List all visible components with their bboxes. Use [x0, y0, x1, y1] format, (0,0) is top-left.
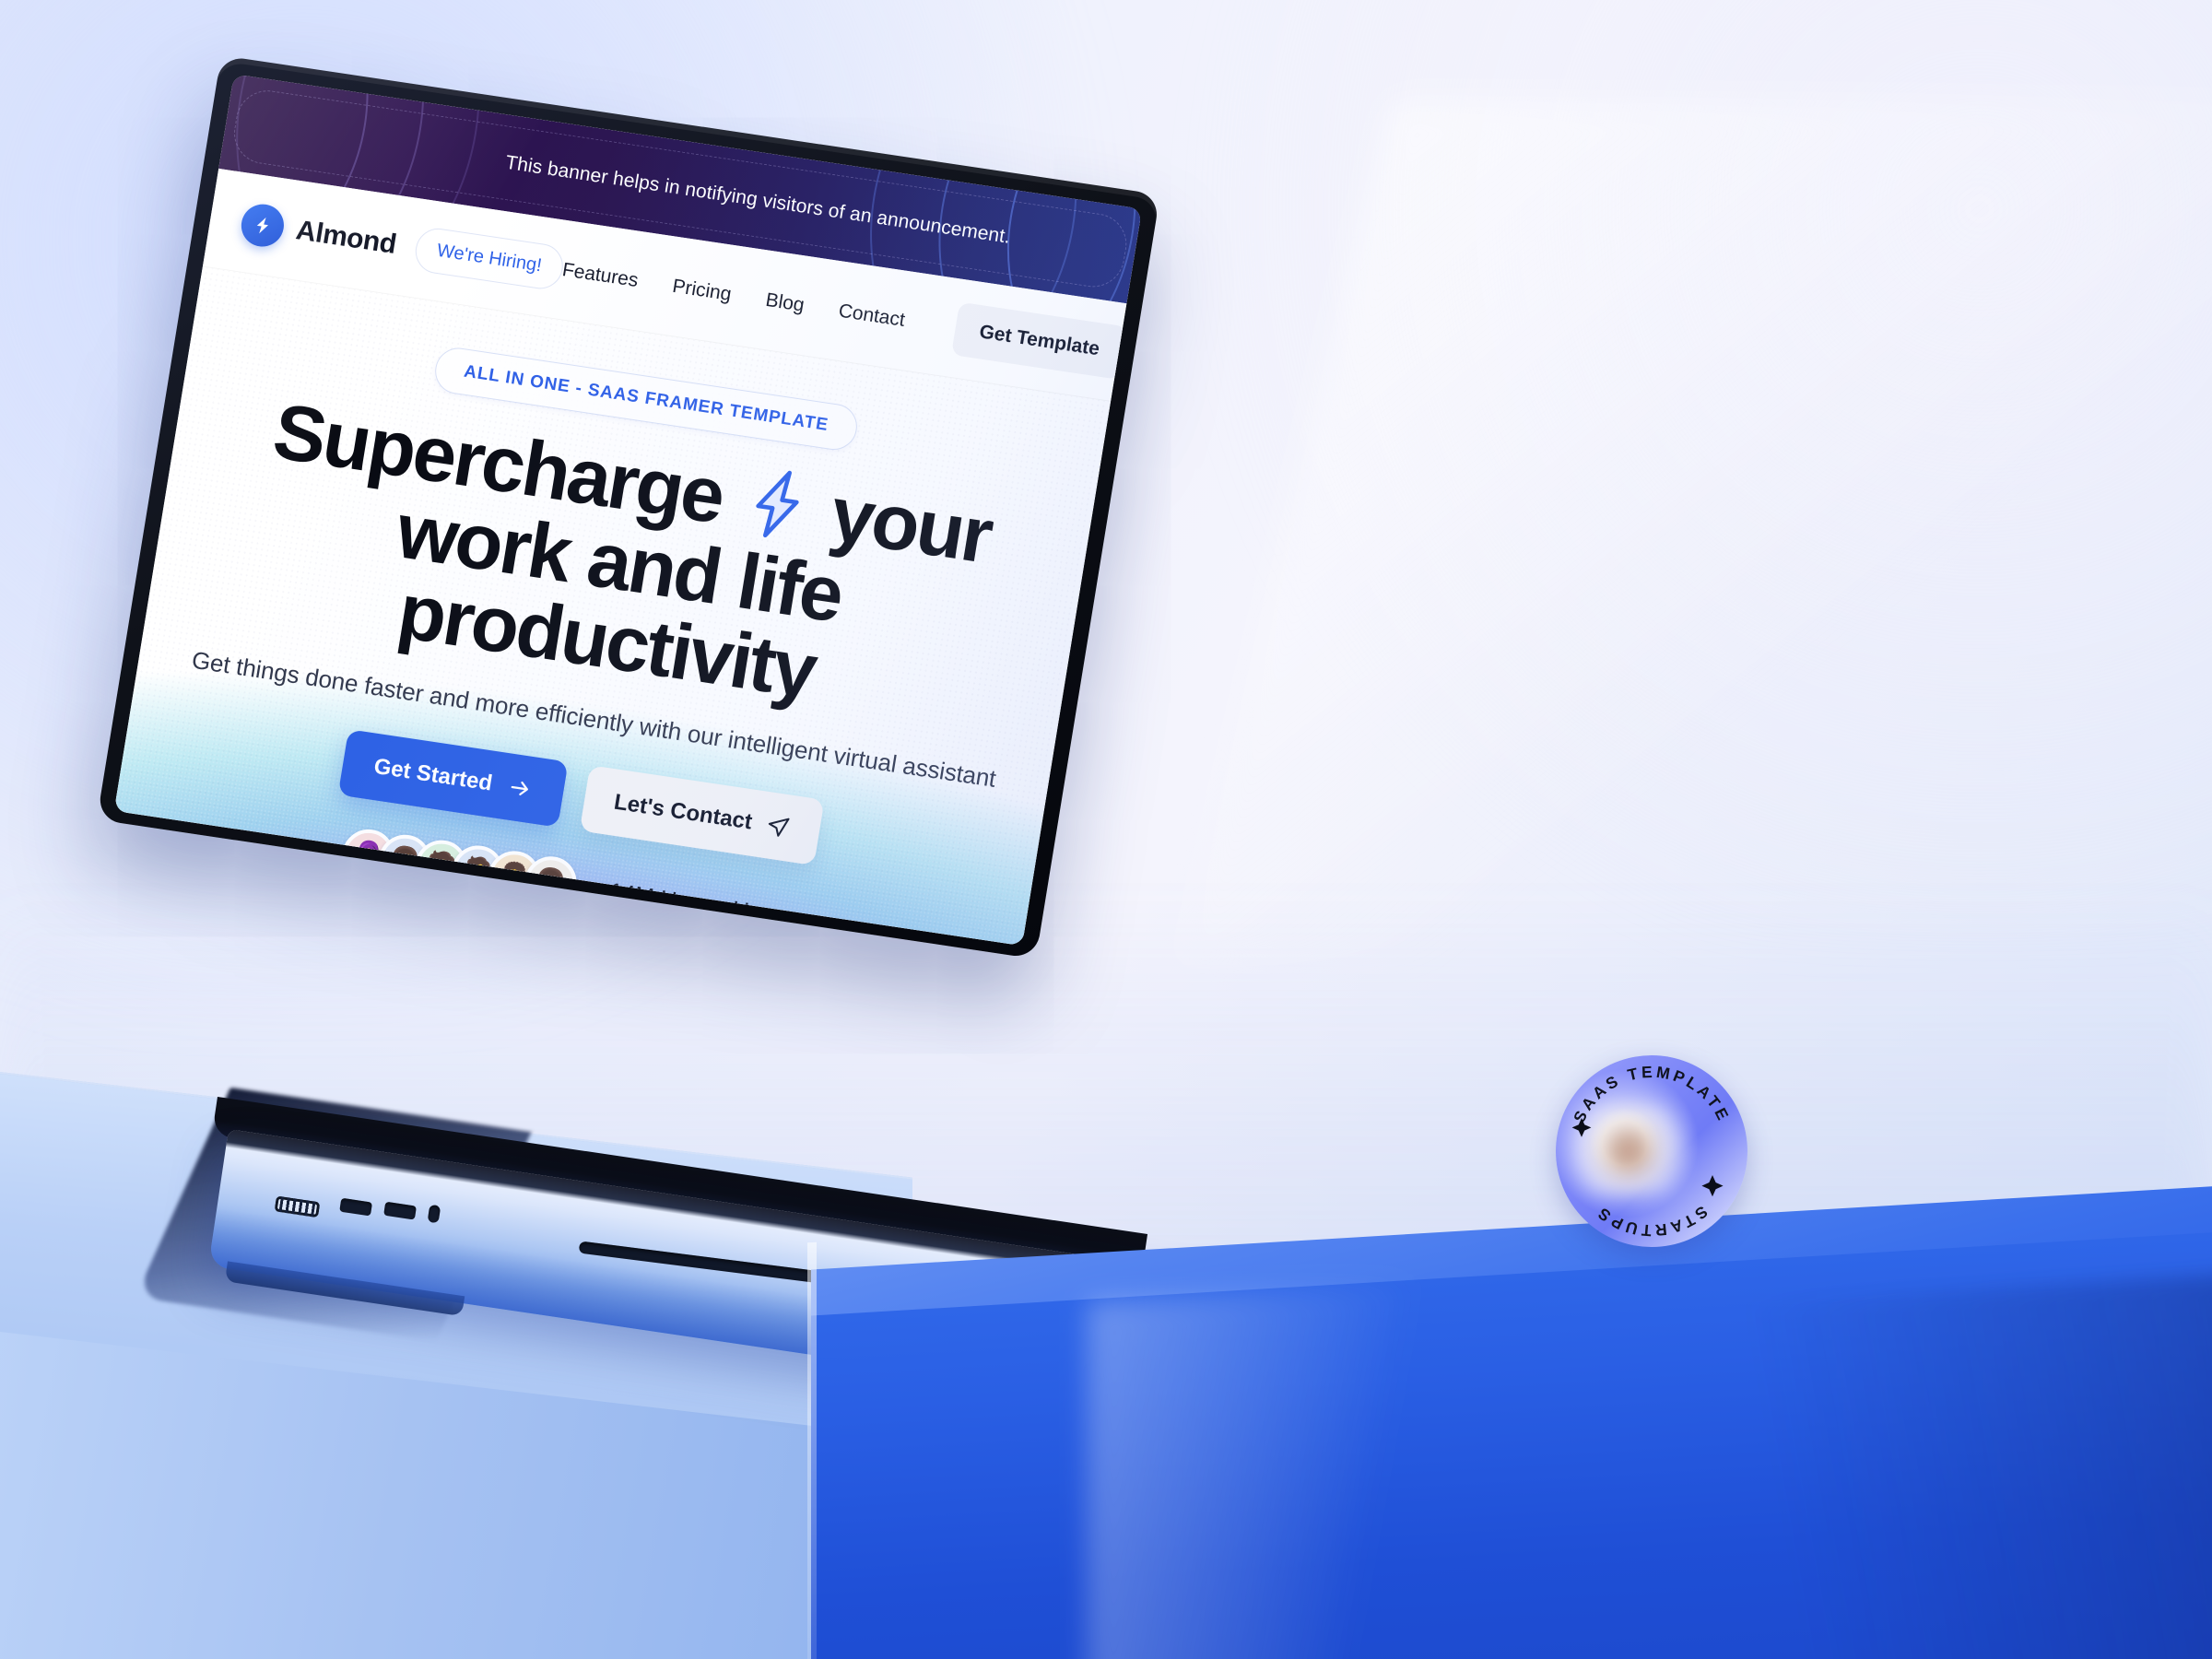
- saas-template-seal: SAAS TEMPLATE STARTUPS: [1556, 1055, 1747, 1247]
- lets-contact-button[interactable]: Let's Contact: [579, 765, 825, 866]
- hiring-badge[interactable]: We're Hiring!: [412, 225, 567, 292]
- nav-item-features[interactable]: Features: [560, 259, 641, 292]
- podium-right-edge-highlight: [807, 1241, 817, 1659]
- nav-item-contact[interactable]: Contact: [837, 300, 906, 331]
- headline-part-2: your: [824, 470, 997, 581]
- bolt-icon: [743, 465, 811, 543]
- magsafe-port: [274, 1195, 321, 1218]
- bolt-icon: [238, 201, 288, 250]
- usb-c-port: [339, 1197, 373, 1217]
- laptop-device: This banner helps in notifying visitors …: [96, 55, 1160, 959]
- podium-right-shine: [1088, 1278, 1475, 1659]
- seal-top-text: SAAS TEMPLATE: [1570, 1063, 1734, 1126]
- laptop-screen: This banner helps in notifying visitors …: [113, 74, 1143, 947]
- sparkle-icon: [1701, 1175, 1724, 1197]
- usb-c-port: [383, 1201, 417, 1220]
- get-template-button[interactable]: Get Template: [951, 301, 1128, 380]
- seal-bottom-text: STARTUPS: [1592, 1203, 1711, 1241]
- get-started-label: Get Started: [371, 753, 495, 796]
- paper-plane-icon: [765, 813, 793, 840]
- seal-text: SAAS TEMPLATE STARTUPS: [1570, 1063, 1734, 1241]
- lets-contact-label: Let's Contact: [612, 789, 755, 835]
- arrow-right-icon: [507, 775, 535, 802]
- brand-name: Almond: [294, 214, 399, 260]
- laptop-bezel: This banner helps in notifying visitors …: [96, 55, 1160, 959]
- nav-item-blog[interactable]: Blog: [764, 288, 806, 316]
- podium-right-lowlight: [1622, 1270, 2212, 1659]
- page-title: Supercharge your work and life productiv…: [146, 378, 1092, 749]
- headphone-jack: [427, 1204, 441, 1224]
- get-started-button[interactable]: Get Started: [337, 729, 569, 828]
- brand-logo[interactable]: Almond: [238, 201, 400, 265]
- nav-item-pricing[interactable]: Pricing: [671, 275, 733, 305]
